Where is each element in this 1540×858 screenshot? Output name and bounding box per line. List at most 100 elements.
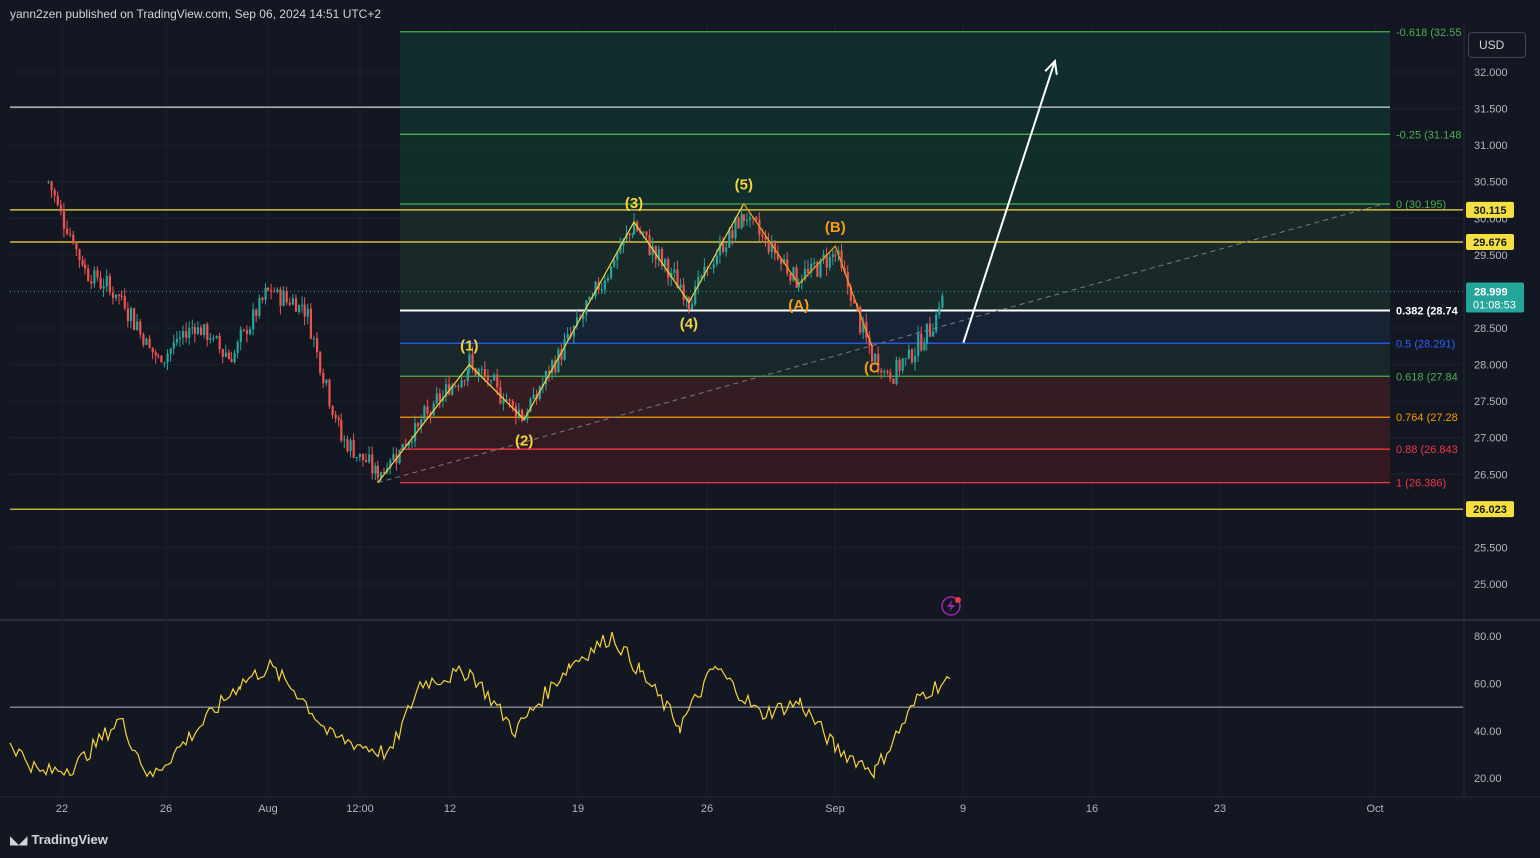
- candle-body[interactable]: [349, 440, 352, 452]
- candle-body[interactable]: [337, 418, 340, 421]
- candle-body[interactable]: [163, 362, 166, 364]
- candle-body[interactable]: [664, 258, 667, 266]
- candle-body[interactable]: [600, 289, 603, 291]
- candle-body[interactable]: [898, 359, 901, 371]
- candle-body[interactable]: [907, 349, 910, 359]
- candle-body[interactable]: [157, 355, 160, 357]
- candle-body[interactable]: [935, 314, 938, 332]
- candle-body[interactable]: [496, 374, 499, 388]
- candle-body[interactable]: [62, 211, 66, 229]
- candle-body[interactable]: [206, 324, 209, 340]
- candle-body[interactable]: [285, 290, 288, 303]
- candle-body[interactable]: [493, 374, 496, 381]
- candle-body[interactable]: [212, 337, 215, 339]
- candle-body[interactable]: [185, 331, 188, 338]
- candle-body[interactable]: [883, 371, 886, 373]
- candle-body[interactable]: [178, 337, 182, 339]
- candle-body[interactable]: [886, 371, 889, 373]
- candle-body[interactable]: [306, 308, 309, 317]
- candle-body[interactable]: [807, 268, 810, 273]
- candle-body[interactable]: [426, 406, 429, 414]
- candle-body[interactable]: [917, 333, 920, 356]
- candle-body[interactable]: [188, 328, 191, 338]
- candle-body[interactable]: [69, 233, 72, 235]
- candle-body[interactable]: [740, 214, 743, 229]
- candle-body[interactable]: [279, 289, 282, 306]
- candle-body[interactable]: [75, 242, 78, 250]
- candle-body[interactable]: [343, 439, 346, 441]
- candle-body[interactable]: [264, 287, 267, 300]
- candle-body[interactable]: [392, 454, 395, 461]
- candle-body[interactable]: [606, 277, 610, 281]
- candle-body[interactable]: [566, 334, 569, 339]
- candle-body[interactable]: [102, 286, 105, 289]
- candle-body[interactable]: [631, 234, 634, 236]
- candle-body[interactable]: [761, 235, 764, 237]
- candle-body[interactable]: [193, 327, 196, 334]
- candle-body[interactable]: [691, 304, 694, 310]
- candle-body[interactable]: [725, 247, 728, 252]
- candle-body[interactable]: [273, 291, 276, 293]
- candle-body[interactable]: [78, 249, 81, 261]
- candle-body[interactable]: [123, 296, 126, 309]
- candle-body[interactable]: [511, 400, 514, 407]
- candle-body[interactable]: [423, 406, 426, 420]
- candle-body[interactable]: [166, 353, 169, 363]
- candle-body[interactable]: [613, 260, 616, 267]
- candle-body[interactable]: [215, 336, 218, 338]
- tradingview-brand[interactable]: ◣◢ TradingView: [10, 832, 108, 847]
- candle-body[interactable]: [532, 394, 535, 399]
- candle-body[interactable]: [749, 217, 752, 220]
- candle-body[interactable]: [745, 219, 749, 221]
- candle-body[interactable]: [72, 234, 75, 243]
- candle-body[interactable]: [301, 304, 304, 306]
- candle-body[interactable]: [160, 355, 163, 363]
- candle-body[interactable]: [115, 294, 118, 298]
- candle-body[interactable]: [294, 298, 298, 312]
- candle-body[interactable]: [454, 386, 457, 388]
- candle-body[interactable]: [236, 341, 239, 353]
- candle-body[interactable]: [925, 323, 928, 344]
- candle-body[interactable]: [355, 456, 358, 458]
- candle-body[interactable]: [557, 349, 560, 373]
- candle-body[interactable]: [139, 321, 142, 335]
- candle-body[interactable]: [435, 393, 438, 404]
- candle-body[interactable]: [731, 230, 734, 239]
- candle-body[interactable]: [480, 368, 483, 370]
- candle-body[interactable]: [417, 423, 420, 427]
- candle-body[interactable]: [136, 321, 139, 330]
- candle-body[interactable]: [182, 331, 185, 338]
- candle-body[interactable]: [218, 336, 221, 350]
- candle-body[interactable]: [709, 267, 712, 269]
- candle-body[interactable]: [460, 380, 463, 387]
- candle-body[interactable]: [667, 258, 670, 279]
- candle-body[interactable]: [93, 270, 96, 284]
- candle-body[interactable]: [673, 269, 676, 273]
- candle-body[interactable]: [169, 348, 172, 354]
- candle-body[interactable]: [928, 323, 932, 337]
- candle-body[interactable]: [255, 309, 258, 316]
- candle-body[interactable]: [923, 343, 926, 351]
- candle-body[interactable]: [358, 453, 361, 457]
- candle-body[interactable]: [242, 329, 245, 331]
- candle-body[interactable]: [47, 181, 50, 183]
- candle-body[interactable]: [59, 204, 62, 212]
- candle-body[interactable]: [120, 295, 123, 297]
- candle-body[interactable]: [203, 324, 206, 336]
- candle-body[interactable]: [628, 233, 631, 236]
- candle-body[interactable]: [471, 354, 474, 369]
- candle-body[interactable]: [118, 294, 121, 296]
- candle-body[interactable]: [737, 217, 740, 229]
- candle-body[interactable]: [376, 465, 379, 478]
- candle-body[interactable]: [53, 190, 56, 196]
- candle-body[interactable]: [175, 338, 178, 343]
- candle-body[interactable]: [682, 284, 685, 301]
- candle-body[interactable]: [715, 255, 718, 265]
- candle-body[interactable]: [490, 380, 493, 382]
- candle-body[interactable]: [224, 352, 227, 357]
- candle-body[interactable]: [325, 379, 328, 384]
- candle-body[interactable]: [221, 349, 224, 357]
- candle-body[interactable]: [834, 254, 837, 256]
- candle-body[interactable]: [728, 230, 731, 248]
- candle-body[interactable]: [99, 277, 102, 289]
